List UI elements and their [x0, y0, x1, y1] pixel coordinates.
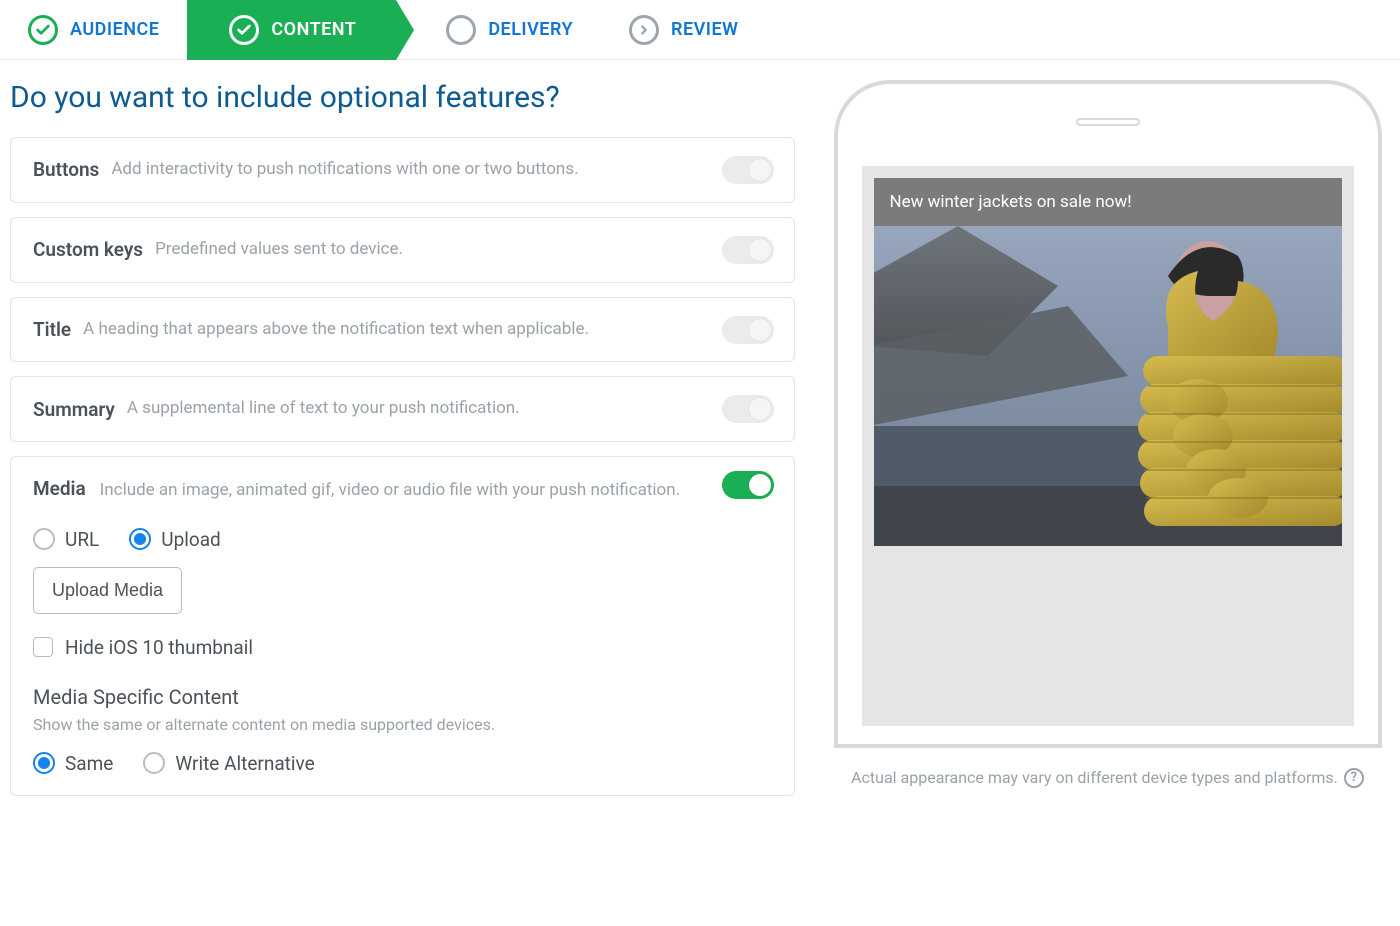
wizard-steps: AUDIENCE CONTENT DELIVERY REVIEW [0, 0, 1400, 60]
radio-upload[interactable]: Upload [129, 528, 221, 551]
radio-label: URL [65, 528, 99, 551]
preview-hint-text: Actual appearance may vary on different … [851, 766, 1338, 790]
feature-title: Custom keys [33, 238, 143, 261]
help-icon[interactable]: ? [1344, 768, 1364, 788]
media-specific-heading: Media Specific Content [33, 685, 772, 709]
step-label: CONTENT [271, 19, 356, 40]
feature-title: Summary [33, 398, 115, 421]
radio-icon [129, 528, 151, 550]
feature-desc: Add interactivity to push notifications … [111, 158, 772, 182]
phone-speaker [1076, 118, 1140, 126]
feature-desc: Predefined values sent to device. [155, 238, 772, 262]
chevron-right-icon [629, 15, 659, 45]
step-label: REVIEW [671, 19, 738, 40]
feature-title: Buttons [33, 158, 99, 181]
checkbox-label: Hide iOS 10 thumbnail [65, 636, 253, 659]
feature-desc: Include an image, animated gif, video or… [100, 480, 680, 500]
step-label: DELIVERY [488, 19, 573, 40]
radio-write-alternative[interactable]: Write Alternative [143, 752, 314, 775]
toggle-summary[interactable] [722, 395, 774, 423]
notification-image [874, 226, 1342, 546]
step-audience[interactable]: AUDIENCE [0, 0, 187, 60]
radio-label: Same [65, 752, 113, 775]
feature-desc: A heading that appears above the notific… [83, 318, 772, 342]
feature-card-buttons: Buttons Add interactivity to push notifi… [10, 137, 795, 203]
toggle-custom-keys[interactable] [722, 236, 774, 264]
radio-icon [33, 528, 55, 550]
media-specific-radios: Same Write Alternative [33, 752, 772, 775]
checkbox-hide-thumbnail[interactable] [33, 637, 53, 657]
media-source-radios: URL Upload [33, 528, 772, 551]
step-review[interactable]: REVIEW [601, 0, 766, 60]
media-specific-desc: Show the same or alternate content on me… [33, 715, 772, 734]
radio-icon [33, 752, 55, 774]
radio-label: Upload [161, 528, 221, 551]
upload-media-button[interactable]: Upload Media [33, 567, 182, 614]
feature-desc: A supplemental line of text to your push… [127, 397, 772, 421]
phone-preview: New winter jackets on sale now! [834, 80, 1382, 748]
check-icon [28, 15, 58, 45]
step-delivery[interactable]: DELIVERY [396, 0, 601, 60]
toggle-title[interactable] [722, 316, 774, 344]
step-content[interactable]: CONTENT [187, 0, 396, 60]
radio-same[interactable]: Same [33, 752, 113, 775]
phone-screen: New winter jackets on sale now! [862, 166, 1354, 726]
feature-title: Media [33, 477, 86, 500]
page-title: Do you want to include optional features… [10, 80, 795, 115]
radio-label: Write Alternative [175, 752, 314, 775]
feature-card-media: Media Include an image, animated gif, vi… [10, 456, 795, 796]
feature-card-summary: Summary A supplemental line of text to y… [10, 376, 795, 442]
check-icon [229, 15, 259, 45]
circle-icon [446, 15, 476, 45]
toggle-buttons[interactable] [722, 156, 774, 184]
notification-title: New winter jackets on sale now! [874, 178, 1342, 226]
step-label: AUDIENCE [70, 19, 159, 40]
feature-card-custom-keys: Custom keys Predefined values sent to de… [10, 217, 795, 283]
toggle-media[interactable] [722, 471, 774, 499]
radio-icon [143, 752, 165, 774]
feature-title: Title [33, 318, 71, 341]
preview-hint: Actual appearance may vary on different … [825, 766, 1390, 790]
feature-card-title: Title A heading that appears above the n… [10, 297, 795, 363]
radio-url[interactable]: URL [33, 528, 99, 551]
